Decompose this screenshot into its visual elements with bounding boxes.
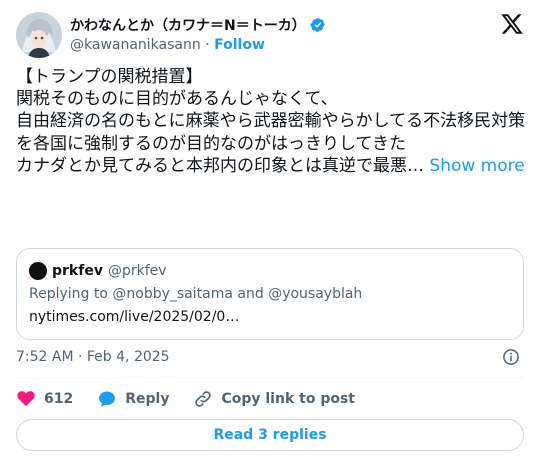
tweet-text: 【トランプの関税措置】 関税そのものに目的があるんじゃなくて、 自由経済の名のも… [16, 66, 526, 177]
action-bar: 612 Reply Copy link to post [16, 388, 379, 410]
x-logo-icon[interactable] [500, 12, 524, 36]
divider [16, 377, 524, 378]
mention-nobby[interactable]: @nobby_saitama [112, 286, 233, 302]
tweet-card: かわなんとか（カワナ＝N＝トーカ） @kawananikasann · Foll… [0, 0, 540, 466]
link-icon [195, 391, 212, 407]
separator-dot: · [205, 37, 210, 53]
tweet-timestamp[interactable]: 7:52 AM · Feb 4, 2025 [16, 349, 170, 365]
reply-label: Reply [125, 391, 170, 407]
author-handle[interactable]: @kawananikasann [70, 37, 201, 53]
quote-author-name: prkfev [52, 263, 103, 279]
quote-link[interactable]: nytimes.com/live/2025/02/0… [29, 309, 239, 325]
follow-button[interactable]: Follow [214, 37, 265, 53]
reply-button[interactable]: Reply [97, 389, 169, 409]
replying-prefix: Replying to [29, 286, 113, 302]
quote-avatar [29, 262, 47, 280]
tweet-header: かわなんとか（カワナ＝N＝トーカ） @kawananikasann · Foll… [16, 12, 524, 62]
copy-link-label: Copy link to post [221, 391, 355, 407]
display-name[interactable]: かわなんとか（カワナ＝N＝トーカ） [70, 15, 306, 35]
avatar[interactable] [16, 12, 62, 58]
quoted-tweet[interactable]: prkfev @prkfev Replying to @nobby_saitam… [16, 248, 524, 340]
show-more-link[interactable]: Show more [429, 156, 524, 176]
author-names: かわなんとか（カワナ＝N＝トーカ） @kawananikasann · Foll… [70, 15, 326, 53]
and-word: and [232, 286, 269, 302]
mention-yousayblah[interactable]: @yousayblah [268, 286, 362, 302]
like-button[interactable]: 612 [16, 389, 73, 409]
like-count: 612 [44, 391, 74, 407]
info-icon[interactable] [502, 348, 520, 366]
quote-replying-to: Replying to @nobby_saitama and @yousaybl… [29, 286, 362, 302]
quote-author-handle: @prkfev [107, 263, 167, 279]
reply-bubble-icon [99, 391, 116, 407]
verified-badge-icon [310, 17, 326, 33]
heart-icon [17, 391, 35, 407]
copy-link-button[interactable]: Copy link to post [193, 389, 355, 409]
read-replies-button[interactable]: Read 3 replies [16, 419, 524, 451]
